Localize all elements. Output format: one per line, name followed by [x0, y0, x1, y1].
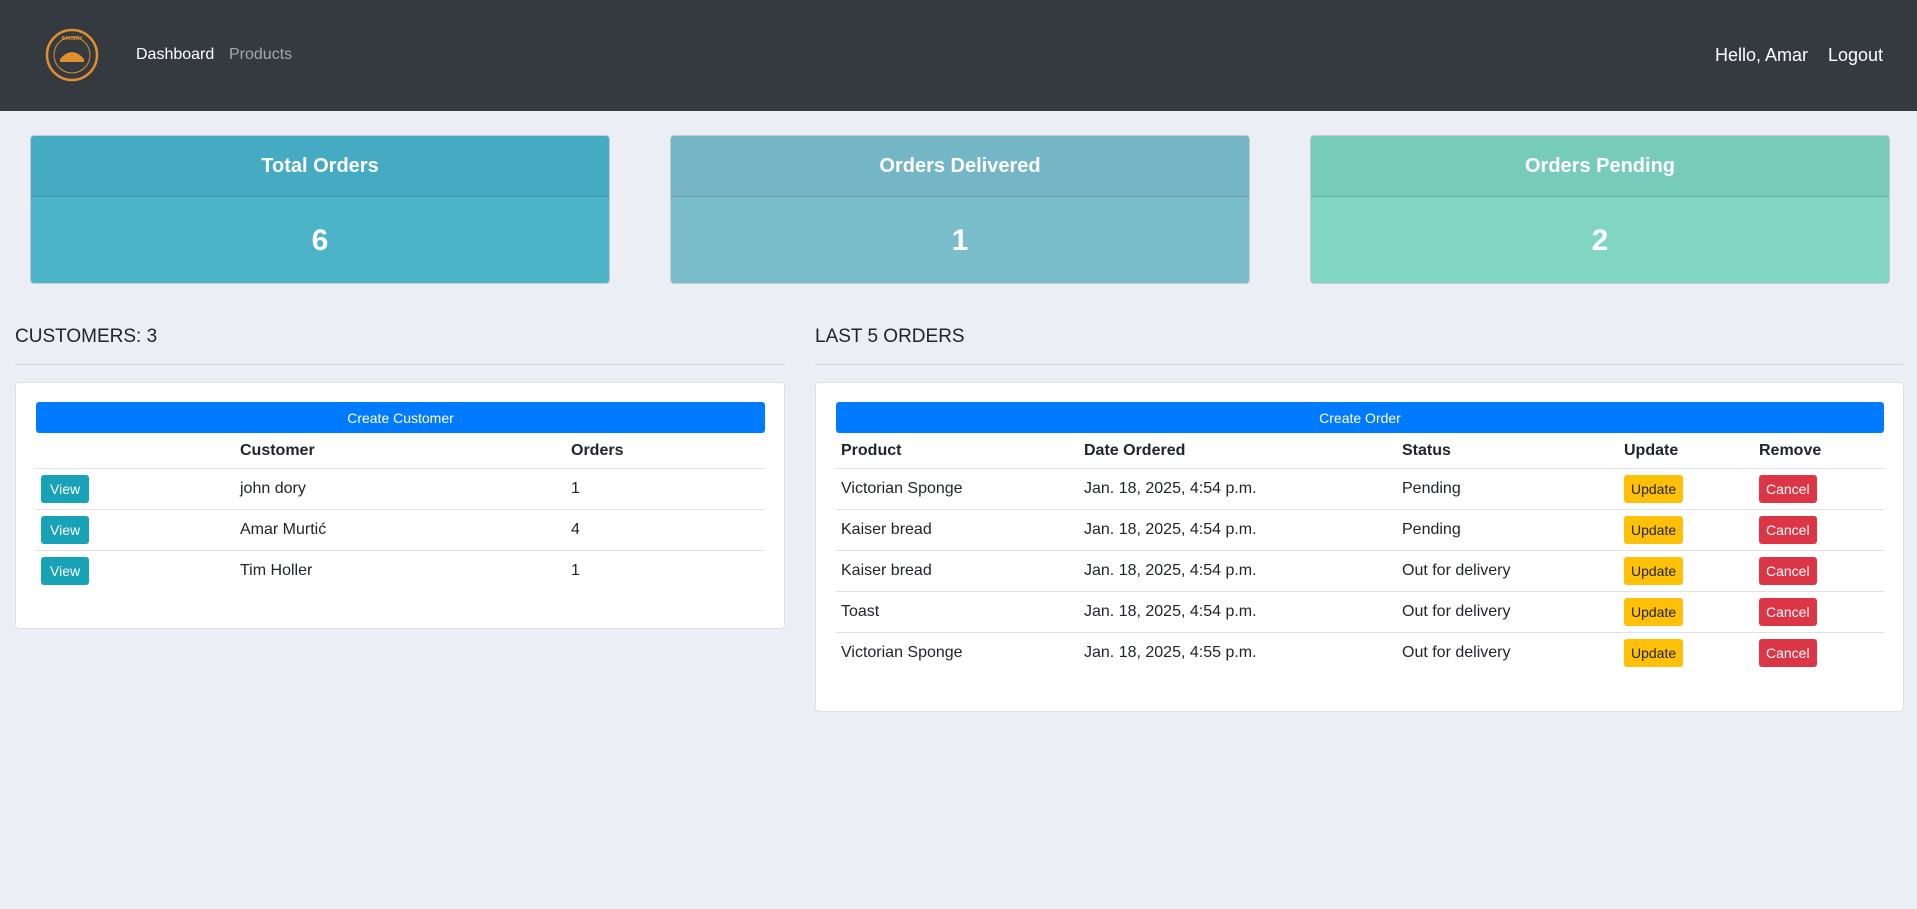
column-header-update: Update: [1619, 435, 1754, 469]
top-navbar: BAKERY Dashboard Products Hello, Amar Lo…: [0, 0, 1917, 111]
column-header: [36, 435, 235, 469]
stat-card-title: Orders Delivered: [671, 136, 1249, 197]
customers-panel: Create Customer Customer Orders View joh…: [15, 382, 785, 629]
table-row: Toast Jan. 18, 2025, 4:54 p.m. Out for d…: [836, 590, 1884, 632]
table-row: Victorian Sponge Jan. 18, 2025, 4:55 p.m…: [836, 631, 1884, 673]
stat-card-value: 1: [671, 197, 1249, 283]
bakery-logo[interactable]: BAKERY: [45, 28, 99, 82]
create-customer-button[interactable]: Create Customer: [36, 402, 765, 433]
update-order-button[interactable]: Update: [1624, 556, 1684, 585]
order-status: Out for delivery: [1397, 549, 1619, 591]
order-product: Toast: [836, 590, 1079, 632]
table-row: View john dory 1: [36, 468, 765, 509]
orders-divider: [815, 364, 1903, 365]
stat-card-title: Total Orders: [31, 136, 609, 197]
table-row: Kaiser bread Jan. 18, 2025, 4:54 p.m. Ou…: [836, 549, 1884, 591]
update-order-button[interactable]: Update: [1624, 515, 1684, 544]
customers-table: Customer Orders View john dory 1 View Am…: [36, 435, 765, 591]
stat-card-title: Orders Pending: [1311, 136, 1889, 197]
total-orders-card: Total Orders 6: [30, 135, 610, 284]
order-status: Out for delivery: [1397, 631, 1619, 673]
order-product: Victorian Sponge: [836, 631, 1079, 673]
order-status: Pending: [1397, 508, 1619, 550]
nav-products-link[interactable]: Products: [229, 45, 292, 65]
update-order-button[interactable]: Update: [1624, 638, 1684, 667]
order-status: Out for delivery: [1397, 590, 1619, 632]
order-date: Jan. 18, 2025, 4:54 p.m.: [1079, 549, 1397, 591]
order-date: Jan. 18, 2025, 4:54 p.m.: [1084, 479, 1257, 497]
customer-order-count: 1: [566, 549, 765, 591]
order-product: Kaiser bread: [836, 508, 1079, 550]
stat-card-value: 2: [1311, 197, 1889, 283]
column-header-date: Date Ordered: [1079, 435, 1397, 469]
orders-table: Product Date Ordered Status Update Remov…: [836, 435, 1884, 673]
customers-heading: CUSTOMERS: 3: [15, 326, 158, 347]
update-order-button[interactable]: Update: [1624, 597, 1684, 626]
cancel-order-button[interactable]: Cancel: [1759, 597, 1817, 626]
table-row: Kaiser bread Jan. 18, 2025, 4:54 p.m. Pe…: [836, 508, 1884, 550]
order-product: Victorian Sponge: [841, 479, 963, 497]
nav-dashboard-link[interactable]: Dashboard: [136, 45, 214, 65]
table-header-row: Customer Orders: [36, 435, 765, 469]
view-customer-button[interactable]: View: [41, 556, 90, 585]
customer-name: Amar Murtić: [235, 508, 566, 550]
column-header-status: Status: [1397, 435, 1619, 469]
logout-link[interactable]: Logout: [1828, 44, 1883, 66]
order-status: Pending: [1402, 479, 1461, 497]
svg-text:BAKERY: BAKERY: [62, 36, 84, 42]
orders-panel: Create Order Product Date Ordered Status…: [815, 382, 1904, 712]
column-header-remove: Remove: [1754, 435, 1884, 469]
cancel-order-button[interactable]: Cancel: [1759, 515, 1817, 544]
table-header-row: Product Date Ordered Status Update Remov…: [836, 435, 1884, 469]
table-row: View Tim Holler 1: [36, 549, 765, 591]
order-date: Jan. 18, 2025, 4:55 p.m.: [1079, 631, 1397, 673]
orders-heading: LAST 5 ORDERS: [815, 326, 965, 347]
customer-name: john dory: [240, 479, 306, 497]
customer-order-count: 1: [571, 479, 580, 497]
view-customer-button[interactable]: View: [41, 474, 90, 503]
cancel-order-button[interactable]: Cancel: [1759, 474, 1817, 503]
orders-pending-card: Orders Pending 2: [1310, 135, 1890, 284]
table-row: Victorian Sponge Jan. 18, 2025, 4:54 p.m…: [836, 468, 1884, 509]
order-date: Jan. 18, 2025, 4:54 p.m.: [1079, 590, 1397, 632]
column-header-customer: Customer: [235, 435, 566, 469]
customers-divider: [15, 364, 785, 365]
customer-order-count: 4: [566, 508, 765, 550]
column-header-product: Product: [836, 435, 1079, 469]
order-date: Jan. 18, 2025, 4:54 p.m.: [1079, 508, 1397, 550]
order-product: Kaiser bread: [836, 549, 1079, 591]
user-greeting: Hello, Amar: [1715, 45, 1809, 65]
update-order-button[interactable]: Update: [1624, 474, 1684, 503]
table-row: View Amar Murtić 4: [36, 508, 765, 550]
orders-delivered-card: Orders Delivered 1: [670, 135, 1250, 284]
create-order-button[interactable]: Create Order: [836, 402, 1884, 433]
view-customer-button[interactable]: View: [41, 515, 90, 544]
cancel-order-button[interactable]: Cancel: [1759, 556, 1817, 585]
column-header-orders: Orders: [566, 435, 765, 469]
customer-name: Tim Holler: [235, 549, 566, 591]
stat-card-value: 6: [31, 197, 609, 283]
cancel-order-button[interactable]: Cancel: [1759, 638, 1817, 667]
